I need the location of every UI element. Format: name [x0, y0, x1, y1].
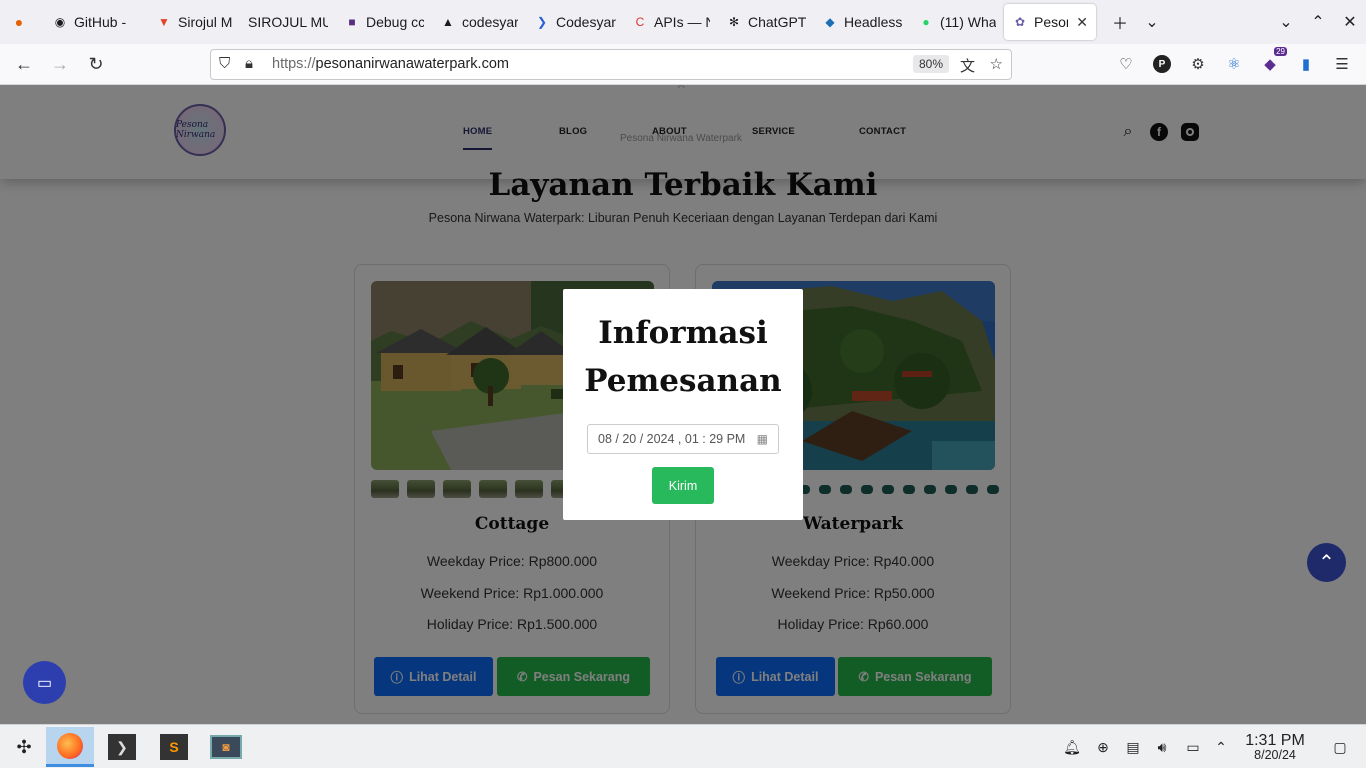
- tab-sirojul[interactable]: SIROJUL MU: [240, 0, 336, 44]
- forward-arrow-icon[interactable]: →: [42, 48, 78, 80]
- clipboard-icon[interactable]: ▤: [1123, 737, 1143, 757]
- firefox-icon: ●: [14, 14, 24, 30]
- sidebar-icon[interactable]: ▮: [1295, 53, 1317, 75]
- extension-badge-icon[interactable]: ◆ 29: [1259, 47, 1287, 75]
- menu-hamburger-icon[interactable]: ☰: [1331, 53, 1353, 75]
- bookmark-star-icon[interactable]: ☆: [990, 55, 1003, 73]
- browser-navbar: ← → ↻ ⛉ 🔒︎ https://pesonanirwanawaterpar…: [0, 44, 1366, 85]
- chevron-up-icon: ⌃: [1318, 552, 1335, 574]
- browser-tab-bar: ● ◉ GitHub - ▼ Sirojul M SIROJUL MU ■ De…: [0, 0, 1366, 44]
- taskbar-terminal[interactable]: ❯: [98, 727, 146, 767]
- scroll-to-top-button[interactable]: ⌃: [1307, 543, 1346, 582]
- extensions-puzzle-icon[interactable]: ⚙: [1187, 53, 1209, 75]
- new-tab-button[interactable]: ＋: [1104, 6, 1136, 38]
- tab-codesyar-2[interactable]: ❯ Codesyar: [526, 0, 624, 44]
- clock[interactable]: 1:31 PM 8/20/24: [1238, 732, 1312, 762]
- url-text: https://pesonanirwanawaterpark.com: [272, 56, 509, 72]
- zoom-level-badge[interactable]: 80%: [912, 55, 949, 73]
- translate-icon[interactable]: 文: [960, 55, 975, 76]
- reload-icon[interactable]: ↻: [78, 48, 114, 80]
- tab-codesyar[interactable]: ▲ codesyar: [432, 0, 526, 44]
- tab-apis[interactable]: C APIs — N: [624, 0, 718, 44]
- tab-firefox-view[interactable]: ●: [0, 0, 44, 44]
- screenshot-icon: ◙: [210, 735, 242, 759]
- terminal-icon: ❯: [108, 734, 136, 760]
- codesyar-icon: ▲: [442, 15, 454, 29]
- calendar-icon[interactable]: ▦: [757, 432, 768, 446]
- tray-expand-chevron-icon[interactable]: ⌃: [1211, 737, 1231, 757]
- minimize-chevron-icon[interactable]: ⌄: [1270, 6, 1302, 38]
- tab-gitlab[interactable]: ▼ Sirojul M: [148, 0, 240, 44]
- sublime-icon: S: [160, 734, 188, 760]
- network-icon[interactable]: ▭: [1183, 737, 1203, 757]
- gitlab-icon: ▼: [158, 15, 170, 29]
- chat-bubble-icon: ▭: [36, 674, 53, 692]
- tab-list-chevron-icon[interactable]: ⌄: [1136, 6, 1168, 38]
- pocket-icon[interactable]: ♡: [1115, 53, 1137, 75]
- headless-icon: ◆: [825, 15, 835, 29]
- tab-github[interactable]: ◉ GitHub -: [44, 0, 148, 44]
- tab-whatsapp[interactable]: ● (11) Wha: [910, 0, 1004, 44]
- datetime-input[interactable]: 08 / 20 / 2024 , 01 : 29 PM ▦: [587, 424, 779, 454]
- pesona-icon: ✿: [1014, 15, 1026, 29]
- tab-debug[interactable]: ■ Debug cc: [336, 0, 432, 44]
- maximize-chevron-icon[interactable]: ⌃: [1302, 6, 1334, 38]
- booking-modal: Informasi Pemesanan 08 / 20 / 2024 , 01 …: [563, 289, 803, 520]
- taskbar-sublime[interactable]: S: [150, 727, 198, 767]
- update-icon[interactable]: ⊕: [1093, 737, 1113, 757]
- tab-headless[interactable]: ◆ Headless: [814, 0, 910, 44]
- taskbar-screenshot[interactable]: ◙: [202, 727, 250, 767]
- modal-title: Informasi Pemesanan: [584, 315, 782, 399]
- volume-icon[interactable]: 🔊︎: [1152, 737, 1172, 757]
- terminal-icon: ❯: [536, 15, 548, 29]
- p-extension-icon[interactable]: P: [1151, 53, 1173, 75]
- debug-icon: ■: [348, 15, 356, 29]
- chatgpt-icon: ✻: [728, 15, 740, 29]
- apis-icon: C: [635, 15, 645, 29]
- tab-pesona-active[interactable]: ✿ Peson ✕: [1004, 4, 1096, 40]
- github-icon: ◉: [54, 15, 66, 29]
- tab-chatgpt[interactable]: ✻ ChatGPT: [718, 0, 814, 44]
- os-taskbar: ✣ ❯ S ◙ 🔔︎ ⊕ ▤ 🔊︎ ▭ ⌃ 1:31 PM 8/20/24 ▢: [0, 724, 1366, 768]
- firefox-icon: [57, 732, 83, 759]
- submit-button[interactable]: Kirim: [652, 467, 714, 504]
- taskbar-firefox[interactable]: [46, 727, 94, 767]
- show-desktop-icon[interactable]: ▢: [1330, 737, 1350, 757]
- lock-icon[interactable]: 🔒︎: [245, 55, 253, 72]
- notification-bell-icon[interactable]: 🔔︎: [1062, 737, 1082, 757]
- close-tab-icon[interactable]: ✕: [1076, 14, 1088, 31]
- react-devtools-icon[interactable]: ⚛: [1223, 53, 1245, 75]
- app-launcher-icon[interactable]: ✣: [0, 727, 48, 767]
- close-window-icon[interactable]: ✕: [1334, 6, 1366, 38]
- url-bar[interactable]: ⛉ 🔒︎ https://pesonanirwanawaterpark.com …: [210, 49, 1012, 80]
- whatsapp-icon: ●: [922, 15, 930, 29]
- chat-widget-button[interactable]: ▭: [23, 661, 66, 704]
- back-arrow-icon[interactable]: ←: [6, 48, 42, 80]
- shield-icon[interactable]: ⛉: [219, 55, 230, 72]
